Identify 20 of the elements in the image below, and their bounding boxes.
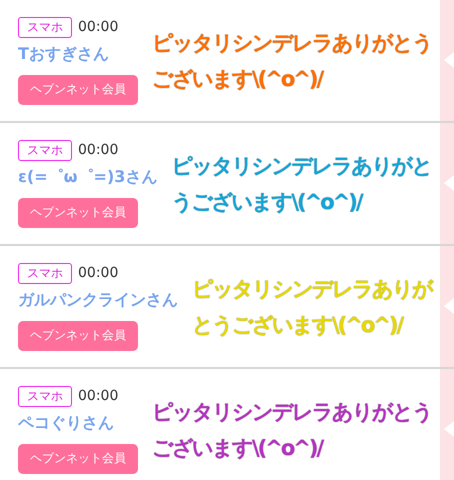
device-badge: スマホ [18, 140, 72, 160]
member-button[interactable]: ヘブンネット会員 [18, 74, 138, 104]
post-time: 00:00 [78, 142, 118, 158]
user-name[interactable]: ε(=゜ω゜=)3さん [18, 166, 158, 188]
device-badge: スマホ [18, 386, 72, 406]
user-name[interactable]: ガルパンクラインさん [18, 290, 178, 310]
message-text: ピッタリシンデレラありがとうございます\(^o^)/ [152, 30, 433, 92]
message-text: ピッタリシンデレラありがとうございます\(^o^)/ [192, 276, 434, 338]
post-time: 00:00 [78, 388, 118, 404]
message-text: ピッタリシンデレラありがとうございます\(^o^)/ [171, 152, 432, 216]
user-name[interactable]: Tおすぎさん [18, 44, 138, 64]
device-badge: スマホ [18, 16, 72, 38]
post-time: 00:00 [78, 265, 118, 281]
member-button[interactable]: ヘブンネット会員 [18, 198, 138, 228]
post-time: 00:00 [78, 19, 118, 35]
user-name[interactable]: ペコぐりさん [18, 412, 138, 434]
message-text: ピッタリシンデレラありがとうございます\(^o^)/ [152, 398, 433, 462]
member-button[interactable]: ヘブンネット会員 [18, 320, 138, 350]
device-badge: スマホ [18, 262, 72, 284]
member-button[interactable]: ヘブンネット会員 [18, 444, 138, 474]
